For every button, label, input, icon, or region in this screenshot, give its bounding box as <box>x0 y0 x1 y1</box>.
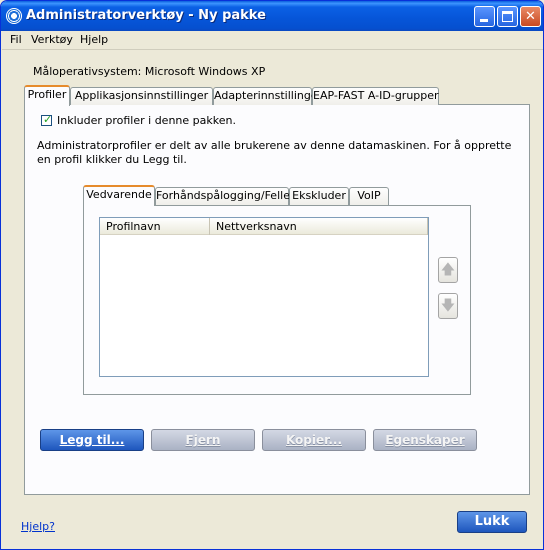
app-icon <box>6 8 22 24</box>
include-profiles-checkbox[interactable]: ✓ <box>41 113 53 126</box>
column-profile-name[interactable]: Profilnavn <box>100 218 210 235</box>
list-header: Profilnavn Nettverksnavn <box>100 218 428 235</box>
remove-button[interactable]: Fjern <box>151 429 255 451</box>
tab-adapter-settings[interactable]: Adapterinnstillinger <box>213 87 322 105</box>
menu-help[interactable]: Hjelp <box>80 33 108 46</box>
move-up-button[interactable]: 🡅 <box>438 257 458 283</box>
profiles-description: Administratorprofiler er delt av alle br… <box>37 139 512 166</box>
minimize-button[interactable] <box>474 6 495 27</box>
tab-profiles[interactable]: Profiler <box>24 85 70 106</box>
tab-prelogon-common[interactable]: Forhåndspålogging/Felles <box>155 187 296 205</box>
menu-file[interactable]: Fil <box>10 33 22 46</box>
close-icon: ✕ <box>525 9 536 24</box>
check-icon: ✓ <box>43 113 53 126</box>
include-profiles-label: Inkluder profiler i denne pakken. <box>57 114 236 127</box>
target-os-label: Måloperativsystem: Microsoft Windows XP <box>33 65 266 78</box>
tab-exclude[interactable]: Ekskluder <box>289 187 349 205</box>
profiles-list[interactable]: Profilnavn Nettverksnavn <box>99 217 429 377</box>
tab-application-settings[interactable]: Applikasjonsinnstillinger <box>70 87 213 105</box>
column-network-name[interactable]: Nettverksnavn <box>210 218 428 235</box>
maximize-button[interactable] <box>497 6 518 27</box>
tab-persistent[interactable]: Vedvarende <box>83 185 155 206</box>
arrow-up-icon: 🡅 <box>440 262 456 278</box>
help-link[interactable]: Hjelp? <box>21 520 55 533</box>
menu-bar: Fil Verktøy Hjelp <box>2 31 543 50</box>
move-down-button[interactable]: 🡇 <box>438 293 458 319</box>
copy-button[interactable]: Kopier... <box>262 429 366 451</box>
tab-voip[interactable]: VoIP <box>349 187 389 205</box>
arrow-down-icon: 🡇 <box>440 298 456 314</box>
window-title: Administratorverktøy - Ny pakke <box>26 8 266 23</box>
minimize-icon <box>480 19 488 22</box>
title-bar[interactable]: Administratorverktøy - Ny pakke ✕ <box>1 1 543 31</box>
maximize-icon <box>502 11 513 22</box>
properties-button[interactable]: Egenskaper <box>373 429 477 451</box>
tab-eap-fast-groups[interactable]: EAP-FAST A-ID-grupper <box>312 87 439 105</box>
close-window-button[interactable]: ✕ <box>520 6 541 27</box>
main-window: Administratorverktøy - Ny pakke ✕ Fil Ve… <box>0 0 544 550</box>
menu-tools[interactable]: Verktøy <box>31 33 73 46</box>
add-button[interactable]: Legg til... <box>40 429 144 451</box>
close-button[interactable]: Lukk <box>457 511 527 533</box>
